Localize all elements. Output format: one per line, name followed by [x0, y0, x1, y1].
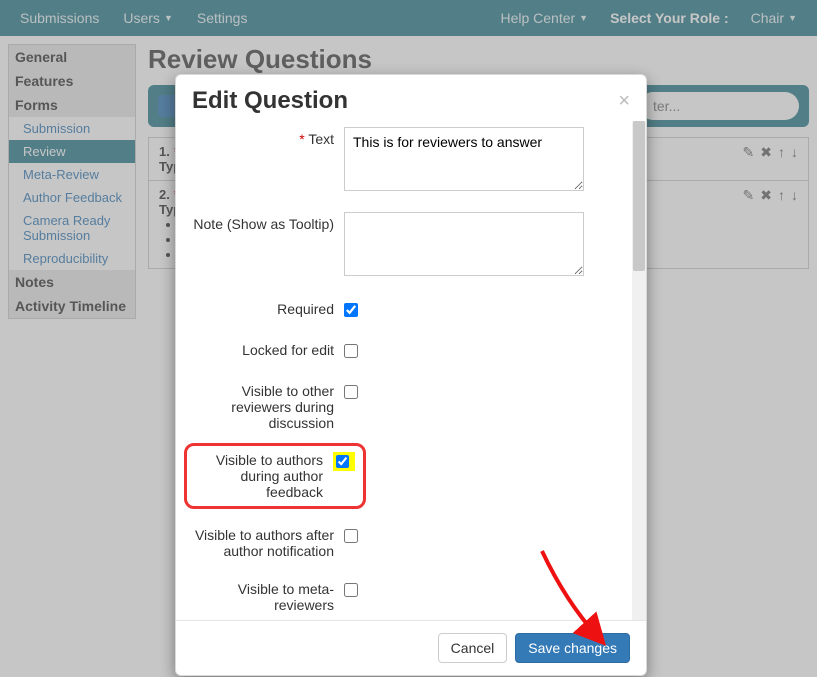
modal-body: * Text Note (Show as Tooltip) Required L…	[176, 121, 632, 620]
visible-authors-notif-label: Visible to authors after author notifica…	[192, 523, 334, 559]
row-visible-reviewers: Visible to other reviewers during discus…	[192, 379, 616, 431]
visible-authors-feedback-label: Visible to authors during author feedbac…	[187, 452, 323, 500]
modal-footer: Cancel Save changes	[176, 620, 646, 675]
note-input[interactable]	[344, 212, 584, 276]
row-note: Note (Show as Tooltip)	[192, 212, 616, 279]
visible-authors-notif-checkbox[interactable]	[344, 529, 358, 543]
visible-reviewers-checkbox[interactable]	[344, 385, 358, 399]
close-icon[interactable]: ×	[618, 90, 630, 113]
highlight-span	[333, 452, 355, 471]
cancel-button[interactable]: Cancel	[438, 633, 508, 663]
row-visible-authors-notif: Visible to authors after author notifica…	[192, 523, 616, 559]
required-label: Required	[192, 297, 334, 317]
edit-question-modal: Edit Question × * Text Note (Show as Too…	[175, 74, 647, 676]
row-text: * Text	[192, 127, 616, 194]
modal-body-wrap: * Text Note (Show as Tooltip) Required L…	[176, 121, 646, 620]
visible-reviewers-label: Visible to other reviewers during discus…	[192, 379, 334, 431]
text-input[interactable]	[344, 127, 584, 191]
locked-checkbox[interactable]	[344, 344, 358, 358]
scrollbar-thumb[interactable]	[633, 121, 645, 271]
modal-title: Edit Question	[192, 87, 348, 115]
visible-meta-checkbox[interactable]	[344, 583, 358, 597]
row-locked: Locked for edit	[192, 338, 616, 361]
save-changes-button[interactable]: Save changes	[515, 633, 630, 663]
row-visible-meta: Visible to meta-reviewers	[192, 577, 616, 613]
required-checkbox[interactable]	[344, 303, 358, 317]
visible-authors-feedback-checkbox[interactable]	[336, 455, 349, 468]
text-label-text: Text	[308, 131, 334, 147]
required-mark: *	[299, 131, 304, 147]
row-visible-authors-feedback-highlighted: Visible to authors during author feedbac…	[184, 443, 366, 509]
modal-header: Edit Question ×	[176, 75, 646, 121]
row-required: Required	[192, 297, 616, 320]
visible-meta-label: Visible to meta-reviewers	[192, 577, 334, 613]
text-label: * Text	[192, 127, 334, 147]
note-label: Note (Show as Tooltip)	[192, 212, 334, 232]
scrollbar[interactable]	[632, 121, 646, 620]
locked-label: Locked for edit	[192, 338, 334, 358]
